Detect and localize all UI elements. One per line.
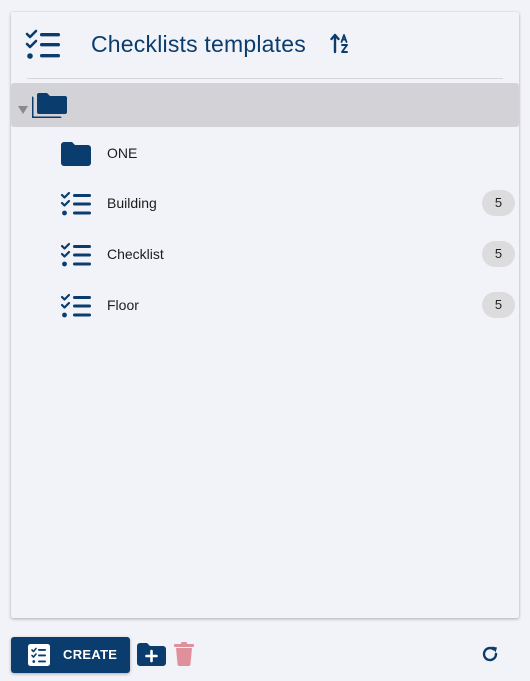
header-divider [27, 78, 503, 79]
sort-alpha-icon[interactable] [330, 32, 352, 59]
folders-icon [30, 92, 68, 123]
tree-item-label: Floor [107, 297, 139, 313]
tree-checklist-floor[interactable]: Floor 5 [11, 285, 519, 325]
tree-folder-one[interactable]: ONE [11, 133, 519, 173]
checklist-box-icon [28, 644, 50, 671]
tree-root-row[interactable] [11, 83, 519, 127]
panel-header: Checklists templates [11, 12, 519, 78]
refresh-icon[interactable] [480, 644, 500, 669]
checklist-icon [60, 293, 92, 324]
count-badge: 5 [482, 292, 515, 318]
folder-icon [60, 141, 92, 172]
tree-item-label: Building [107, 195, 157, 211]
footer-toolbar: CREATE [0, 630, 530, 681]
tree-item-label: Checklist [107, 246, 164, 262]
page-title: Checklists templates [91, 31, 306, 57]
count-badge: 5 [482, 241, 515, 267]
checklist-icon [60, 191, 92, 222]
checklist-icon [25, 29, 61, 66]
checklists-panel: Checklists templates ONE Building 5 Chec… [11, 12, 519, 618]
tree-item-label: ONE [107, 145, 138, 161]
folder-plus-icon[interactable] [137, 642, 166, 671]
create-button-label: CREATE [63, 647, 118, 662]
checklist-icon [60, 242, 92, 273]
tree-checklist-building[interactable]: Building 5 [11, 183, 519, 223]
trash-icon[interactable] [174, 642, 194, 671]
tree-checklist-checklist[interactable]: Checklist 5 [11, 234, 519, 274]
caret-down-icon[interactable] [18, 101, 28, 119]
create-button[interactable]: CREATE [11, 637, 130, 673]
count-badge: 5 [482, 190, 515, 216]
